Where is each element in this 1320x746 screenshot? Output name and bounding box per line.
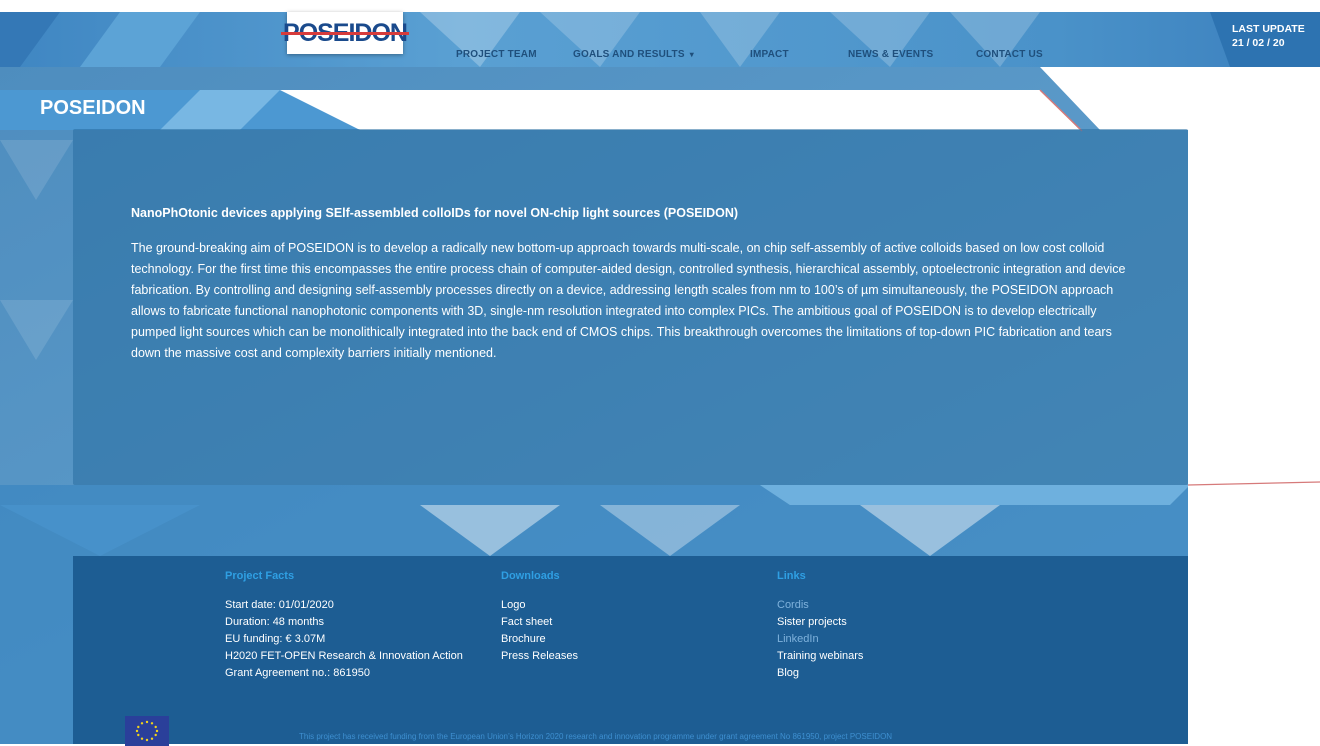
eu-flag-icon — [125, 716, 169, 746]
logo-accent-stroke — [281, 31, 409, 35]
poseidon-logo[interactable]: POSEIDON — [281, 12, 409, 54]
download-fact-sheet-link[interactable]: Fact sheet — [501, 614, 578, 631]
eu-stars-icon — [135, 720, 159, 742]
downloads-section: Downloads Logo Fact sheet Brochure Press… — [501, 570, 578, 665]
page-title: POSEIDON — [40, 97, 146, 119]
link-sister-projects[interactable]: Sister projects — [777, 614, 863, 631]
last-update: LAST UPDATE 21 / 02 / 20 — [1232, 22, 1320, 50]
project-description: The ground-breaking aim of POSEIDON is t… — [131, 241, 1126, 360]
nav-news-events[interactable]: NEWS & EVENTS — [848, 49, 933, 60]
last-update-label: LAST UPDATE — [1232, 23, 1305, 35]
main-content-panel: NanoPhOtonic devices applying SElf-assem… — [73, 129, 1188, 485]
nav-goals-label: GOALS AND RESULTS — [573, 49, 685, 60]
project-full-title: NanoPhOtonic devices applying SElf-assem… — [131, 206, 739, 220]
project-facts-heading: Project Facts — [225, 570, 295, 582]
link-cordis[interactable]: Cordis — [777, 597, 863, 614]
fact-action-type: H2020 FET-OPEN Research & Innovation Act… — [225, 650, 463, 662]
download-press-releases-link[interactable]: Press Releases — [501, 648, 578, 665]
last-update-date: 21 / 02 / 20 — [1232, 37, 1285, 49]
link-blog[interactable]: Blog — [777, 665, 863, 682]
logo-text: POSEIDON — [281, 18, 409, 47]
download-brochure-link[interactable]: Brochure — [501, 631, 578, 648]
link-linkedin[interactable]: LinkedIn — [777, 631, 863, 648]
nav-project-team[interactable]: PROJECT TEAM — [456, 49, 537, 60]
link-training-webinars[interactable]: Training webinars — [777, 648, 863, 665]
download-logo-link[interactable]: Logo — [501, 597, 578, 614]
fact-duration: Duration: 48 months — [225, 616, 325, 628]
links-section: Links Cordis Sister projects LinkedIn Tr… — [777, 570, 863, 682]
fact-grant-agreement: Grant Agreement no.: 861950 — [225, 667, 370, 679]
nav-goals-and-results[interactable]: GOALS AND RESULTS ▾ — [573, 49, 694, 60]
fact-start-date: Start date: 01/01/2020 — [225, 599, 334, 611]
project-facts-section: Project Facts Start date: 01/01/2020 Dur… — [225, 570, 463, 682]
funding-acknowledgement: This project has received funding from t… — [299, 732, 893, 741]
footer: Project Facts Start date: 01/01/2020 Dur… — [73, 556, 1188, 746]
links-heading: Links — [777, 570, 806, 582]
fact-eu-funding: EU funding: € 3.07M — [225, 633, 326, 645]
nav-contact-us[interactable]: CONTACT US — [976, 49, 1043, 60]
nav-impact[interactable]: IMPACT — [750, 49, 789, 60]
chevron-down-icon: ▾ — [689, 50, 694, 59]
downloads-heading: Downloads — [501, 570, 560, 582]
